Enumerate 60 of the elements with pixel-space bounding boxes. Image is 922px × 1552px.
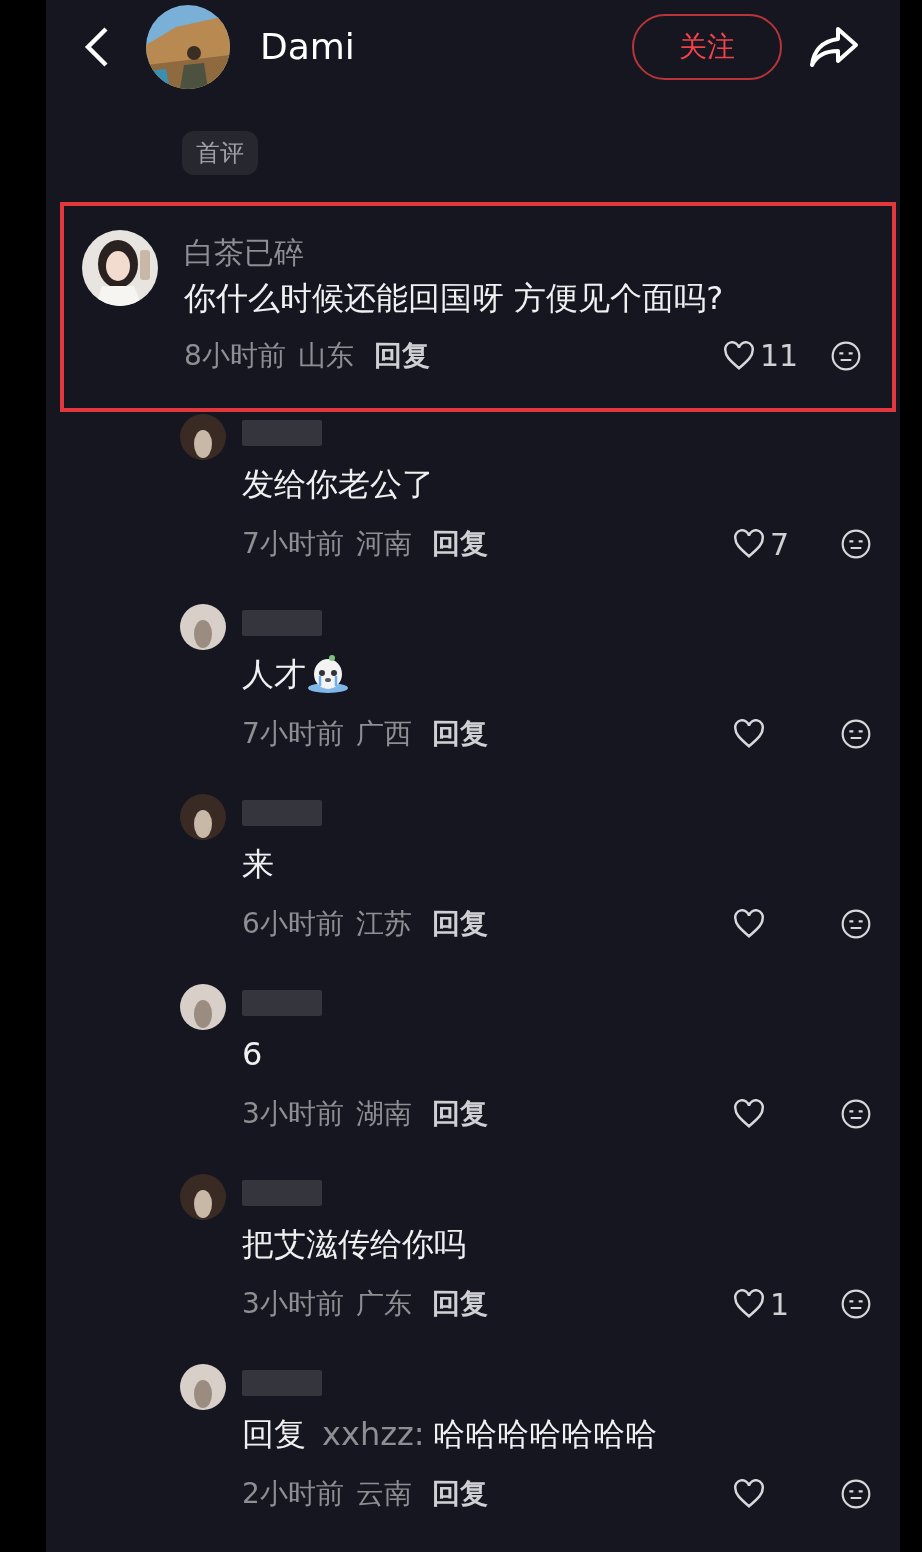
emoji-icon[interactable] (840, 1098, 872, 1130)
reply-link[interactable]: 回复 (431, 903, 488, 945)
reply-link[interactable]: 回复 (431, 523, 488, 565)
commenter-name[interactable]: 白茶已碎 (184, 229, 884, 274)
avatar[interactable] (180, 1174, 226, 1220)
comment-location: 广东 (355, 1286, 412, 1322)
comment-location: 山东 (297, 337, 354, 374)
comment-location: 江苏 (355, 906, 412, 942)
emoji-icon[interactable] (840, 1288, 872, 1320)
comment-time: 8小时前 (184, 337, 286, 374)
heart-icon[interactable] (732, 909, 766, 939)
emoji-icon[interactable] (840, 908, 872, 940)
comment-text: 哈哈哈哈哈哈哈 (432, 1414, 657, 1455)
comment-text: 人才 (242, 654, 306, 695)
emoji-icon[interactable] (840, 1478, 872, 1510)
comment-location: 云南 (355, 1476, 412, 1512)
like-count: 1 (770, 1285, 790, 1324)
comment-location: 广西 (355, 716, 412, 752)
comment-text: 来 (242, 844, 274, 885)
reply-link[interactable]: 回复 (373, 334, 430, 377)
avatar[interactable] (180, 1364, 226, 1410)
avatar[interactable] (180, 984, 226, 1030)
comment-time: 2小时前 (242, 1476, 344, 1512)
comment-location: 河南 (355, 526, 412, 562)
avatar[interactable] (180, 794, 226, 840)
comment-time: 3小时前 (242, 1096, 344, 1132)
comment-time: 7小时前 (242, 716, 344, 752)
first-comment-badge: 首评 (182, 130, 258, 175)
heart-icon[interactable] (732, 1099, 766, 1129)
emoji-icon[interactable] (840, 528, 872, 560)
reply-link[interactable]: 回复 (431, 1473, 488, 1515)
reply-prefix: 回复 (242, 1414, 306, 1455)
comment-text: 6 (242, 1034, 263, 1075)
avatar[interactable] (180, 604, 226, 650)
profile-name: Dami (260, 24, 355, 69)
follow-button[interactable]: 关注 (632, 13, 782, 80)
emoji-icon[interactable] (840, 718, 872, 750)
like-count: 7 (770, 525, 790, 564)
reply-target-name[interactable]: xxhzz: (322, 1410, 425, 1458)
heart-icon[interactable] (732, 719, 766, 749)
comment-time: 7小时前 (242, 526, 344, 562)
heart-icon[interactable] (732, 1289, 766, 1319)
reply-link[interactable]: 回复 (431, 1283, 488, 1325)
comment-text: 把艾滋传给你吗 (242, 1224, 466, 1265)
emoji-icon[interactable] (830, 339, 862, 372)
comment-location: 湖南 (355, 1096, 412, 1132)
reply-link[interactable]: 回复 (431, 713, 488, 755)
comment-text: 你什么时候还能回国呀 方便见个面吗? (184, 277, 725, 319)
heart-icon[interactable] (722, 340, 756, 371)
comment-text: 发给你老公了 (242, 464, 434, 505)
reply-link[interactable]: 回复 (431, 1093, 488, 1135)
comment-time: 6小时前 (242, 906, 344, 942)
comment-time: 3小时前 (242, 1286, 344, 1322)
share-icon[interactable] (808, 24, 860, 69)
crying-sticker-icon (306, 654, 350, 694)
heart-icon[interactable] (732, 529, 766, 559)
like-count: 11 (760, 337, 799, 376)
avatar[interactable] (180, 414, 226, 460)
back-icon[interactable] (82, 24, 110, 69)
heart-icon[interactable] (732, 1479, 766, 1509)
